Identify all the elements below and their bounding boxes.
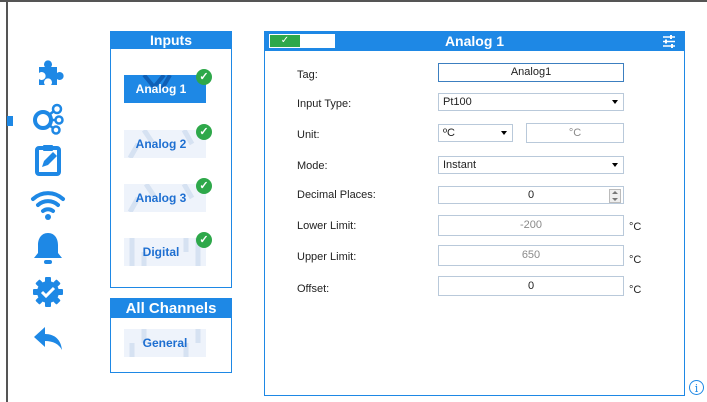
clipboard-edit-icon[interactable]	[22, 142, 74, 178]
inputs-panel-title: Inputs	[111, 32, 231, 49]
wifi-icon[interactable]	[22, 186, 74, 222]
input-type-label: Input Type:	[297, 98, 352, 110]
unit-label: Unit:	[297, 129, 320, 141]
mode-select[interactable]: Instant	[438, 156, 624, 174]
upper-limit-unit: °C	[629, 254, 642, 266]
chevron-down-icon	[612, 100, 618, 104]
mode-label: Mode:	[297, 160, 328, 172]
decimal-places-label: Decimal Places:	[297, 189, 376, 201]
channel-detail-panel: ✓ Analog 1 Tag: Analog1 Input Type: Pt10…	[264, 31, 685, 396]
chevron-down-icon	[501, 131, 507, 135]
input-tile-analog-2[interactable]: Analog 2 ✓	[124, 124, 212, 158]
tile-label: Digital	[142, 245, 180, 259]
input-tile-digital[interactable]: Digital ✓	[124, 232, 212, 266]
check-icon: ✓	[196, 124, 212, 140]
bell-icon[interactable]	[22, 230, 74, 266]
back-arrow-icon[interactable]	[22, 320, 74, 356]
offset-unit: °C	[629, 284, 642, 296]
offset-input[interactable]: 0	[438, 276, 624, 296]
stepper-arrows-icon[interactable]	[609, 189, 621, 203]
detail-title: Analog 1	[444, 33, 505, 49]
unit-select[interactable]: ºC	[438, 124, 513, 142]
channel-tile-general[interactable]: General	[124, 329, 206, 357]
offset-label: Offset:	[297, 283, 330, 295]
window-top-border	[0, 0, 707, 2]
tile-label: Analog 1	[135, 82, 187, 96]
decimal-places-value: 0	[527, 189, 535, 201]
input-tile-analog-1[interactable]: Analog 1 ✓	[124, 69, 212, 103]
info-icon[interactable]: i	[689, 380, 704, 395]
window-left-border	[6, 0, 8, 402]
check-icon: ✓	[196, 178, 212, 194]
decimal-places-stepper[interactable]: 0	[438, 186, 624, 204]
check-icon: ✓	[196, 69, 212, 85]
lower-limit-label: Lower Limit:	[297, 220, 357, 232]
tile-label: Analog 2	[135, 137, 187, 151]
upper-limit-input[interactable]: 650	[438, 245, 624, 266]
mode-value: Instant	[443, 159, 477, 171]
all-channels-title: All Channels	[111, 299, 231, 318]
all-channels-panel: All Channels General	[110, 298, 232, 373]
unit-display: °C	[526, 123, 624, 143]
detail-header: ✓ Analog 1	[265, 32, 684, 51]
settings-sliders-icon[interactable]	[662, 35, 676, 48]
chevron-down-icon	[612, 163, 618, 167]
gear-check-icon[interactable]	[22, 274, 74, 310]
input-type-value: Pt100	[443, 96, 472, 108]
tile-label: Analog 3	[135, 191, 187, 205]
tag-label: Tag:	[297, 69, 318, 81]
inputs-network-icon[interactable]	[22, 100, 74, 136]
active-nav-marker	[7, 116, 13, 126]
input-type-select[interactable]: Pt100	[438, 93, 624, 111]
inputs-panel: Inputs Analog 1 ✓ Analog 2 ✓ Analog 3 ✓ …	[110, 31, 232, 288]
unit-value: ºC	[443, 127, 455, 139]
puzzle-icon[interactable]	[22, 56, 74, 92]
input-tile-analog-3[interactable]: Analog 3 ✓	[124, 178, 212, 212]
tile-label: General	[142, 336, 188, 350]
lower-limit-unit: °C	[629, 221, 642, 233]
lower-limit-input[interactable]: -200	[438, 215, 624, 236]
check-icon: ✓	[196, 232, 212, 248]
upper-limit-label: Upper Limit:	[297, 251, 357, 263]
tag-input[interactable]: Analog1	[438, 63, 624, 82]
